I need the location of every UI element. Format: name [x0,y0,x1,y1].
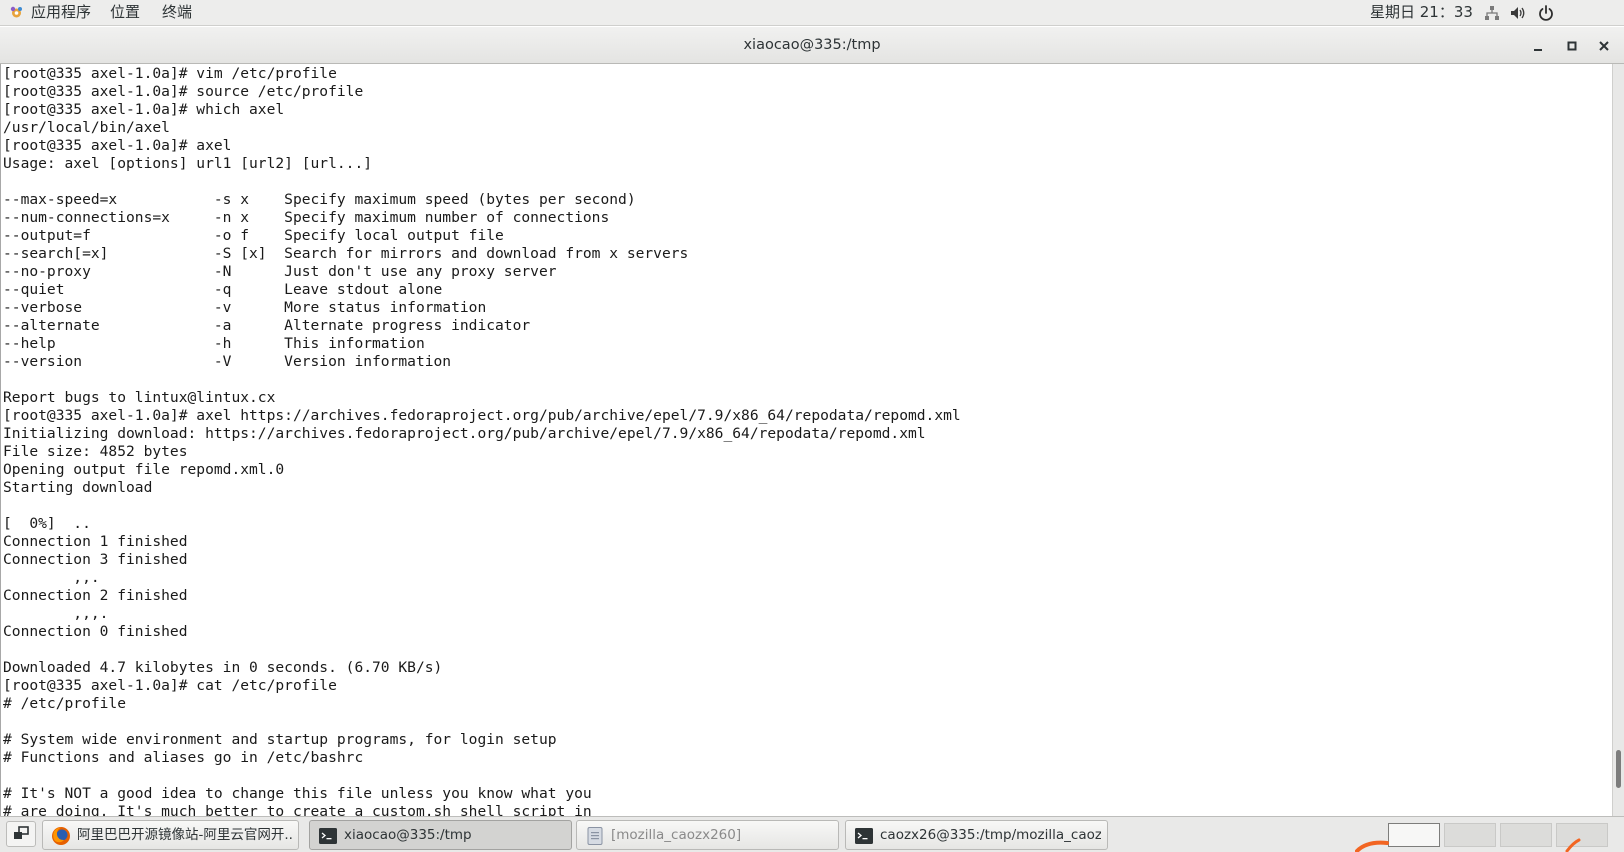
clock[interactable]: 星期日 21：33 [1370,0,1473,25]
desktop: 应用程序 位置 终端 星期日 21：33 xiaocao@335:/tmp [r… [0,0,1624,852]
task-mozilla-folder[interactable]: [mozilla_caozx260] [576,820,839,850]
volume-icon[interactable] [1510,5,1526,21]
terminal-line: Connection 0 finished [3,623,188,640]
terminal-line: --quiet -q Leave stdout alone [3,281,443,298]
terminal-line: --output=f -o f Specify local output fil… [3,227,504,244]
terminal-line: [root@335 axel-1.0a]# source /etc/profil… [3,83,364,100]
power-icon[interactable] [1538,5,1554,21]
terminal-line: --verbose -v More status information [3,299,487,316]
terminal-line: Connection 3 finished [3,551,188,568]
terminal-line: /usr/local/bin/axel [3,119,170,136]
terminal-line: --no-proxy -N Just don't use any proxy s… [3,263,557,280]
menu-terminal[interactable]: 终端 [162,0,192,25]
terminal-line: ,,,. [3,605,109,622]
show-desktop-button[interactable] [6,821,36,847]
show-desktop-icon [14,826,29,839]
terminal-line: Opening output file repomd.xml.0 [3,461,285,478]
terminal-line: # Functions and aliases go in /etc/bashr… [3,749,364,766]
task-label-mozilla: [mozilla_caozx260] [611,827,742,843]
terminal-view[interactable]: [root@335 axel-1.0a]# vim /etc/profile [r… [0,64,1612,816]
document-icon [587,827,603,845]
terminal-line: [root@335 axel-1.0a]# which axel [3,101,285,118]
close-icon[interactable] [1594,36,1614,56]
terminal-line: Connection 2 finished [3,587,188,604]
terminal-line: Initializing download: https://archives.… [3,425,926,442]
terminal-line: # are doing. It's much better to create … [3,803,592,816]
task-firefox[interactable]: 阿里巴巴开源镜像站-阿里云官网开... [42,820,299,850]
window-titlebar[interactable]: xiaocao@335:/tmp [0,27,1624,64]
terminal-line: [root@335 axel-1.0a]# vim /etc/profile [3,65,337,82]
terminal-line: --help -h This information [3,335,425,352]
terminal-line: [root@335 axel-1.0a]# axel [3,137,232,154]
task-label-firefox: 阿里巴巴开源镜像站-阿里云官网开... [77,827,292,843]
applications-icon [10,6,22,18]
task-label-caozx26: caozx26@335:/tmp/mozilla_caozx··· [880,827,1101,843]
terminal-line: [ 0%] .. [3,515,91,532]
top-panel: 应用程序 位置 终端 星期日 21：33 [0,0,1624,26]
terminal-line: Connection 1 finished [3,533,188,550]
menu-applications[interactable]: 应用程序 [31,0,91,25]
network-icon[interactable] [1484,5,1500,21]
terminal-line: Usage: axel [options] url1 [url2] [url..… [3,155,373,172]
terminal-line: [root@335 axel-1.0a]# cat /etc/profile [3,677,337,694]
maximize-icon[interactable] [1562,36,1582,56]
minimize-icon[interactable] [1528,36,1548,56]
terminal-line: --search[=x] -S [x] Search for mirrors a… [3,245,689,262]
firefox-icon [52,827,70,845]
terminal-output: [root@335 axel-1.0a]# vim /etc/profile [r… [3,65,961,816]
terminal-line: --version -V Version information [3,353,452,370]
window-title: xiaocao@335:/tmp [743,37,881,53]
terminal-line: # /etc/profile [3,695,127,712]
scrollbar-thumb[interactable] [1616,750,1621,788]
terminal-line: [root@335 axel-1.0a]# axel https://archi… [3,407,961,424]
terminal-line: --alternate -a Alternate progress indica… [3,317,531,334]
terminal-line: Starting download [3,479,153,496]
task-terminal-caozx26[interactable]: caozx26@335:/tmp/mozilla_caozx··· [845,820,1108,850]
task-label-terminal: xiaocao@335:/tmp [344,827,472,843]
terminal-line: Downloaded 4.7 kilobytes in 0 seconds. (… [3,659,443,676]
terminal-line: # System wide environment and startup pr… [3,731,557,748]
terminal-icon [855,828,873,844]
terminal-line: Report bugs to lintux@lintux.cx [3,389,276,406]
task-terminal-xiaocao[interactable]: xiaocao@335:/tmp [309,820,572,850]
terminal-line: File size: 4852 bytes [3,443,188,460]
terminal-line: ,,. [3,569,100,586]
terminal-line: # It's NOT a good idea to change this fi… [3,785,592,802]
terminal-icon [319,828,337,844]
terminal-line: --max-speed=x -s x Specify maximum speed… [3,191,636,208]
annotation-stroke [1355,838,1581,852]
menu-places[interactable]: 位置 [110,0,140,25]
terminal-scrollbar[interactable] [1612,64,1624,816]
terminal-line: --num-connections=x -n x Specify maximum… [3,209,610,226]
